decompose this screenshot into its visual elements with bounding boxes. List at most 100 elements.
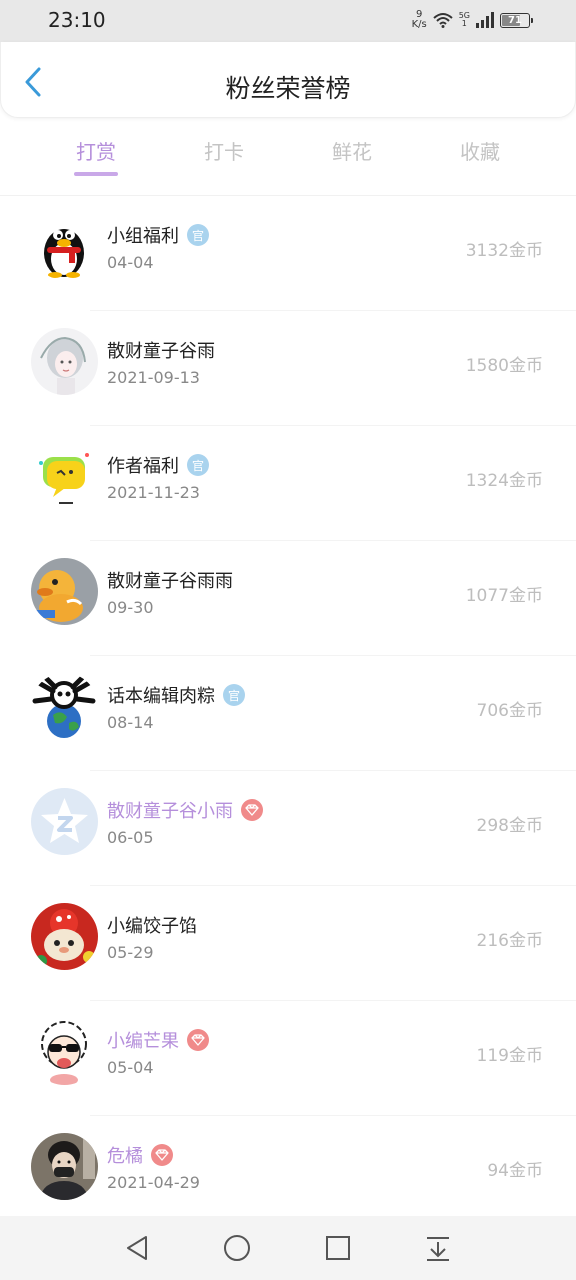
avatar[interactable] bbox=[31, 213, 98, 280]
pull-down-icon[interactable] bbox=[424, 1234, 452, 1262]
fan-date: 08-14 bbox=[107, 713, 154, 732]
fan-name-line: 作者福利官 bbox=[107, 452, 209, 478]
status-bar: 23:10 9 K/s 5G 1 71 bbox=[0, 0, 576, 42]
tab-flowers[interactable]: 鲜花 bbox=[288, 130, 416, 190]
fan-row-content: 话本编辑肉粽官 08-14 706金币 bbox=[0, 656, 576, 771]
sheep-sunglasses-avatar bbox=[31, 1018, 98, 1085]
fan-row-content: 小组福利官 04-04 3132金币 bbox=[0, 196, 576, 311]
battery-icon: 71 bbox=[500, 12, 533, 28]
fan-row-content: 小编饺子馅 05-29 216金币 bbox=[0, 886, 576, 1001]
fan-coins: 1324金币 bbox=[465, 471, 543, 491]
system-nav-bar bbox=[0, 1216, 576, 1280]
fan-name-line: 小编饺子馅 bbox=[107, 912, 197, 938]
fan-name: 小编饺子馅 bbox=[107, 916, 197, 937]
fan-list-item[interactable]: 散财童子谷雨雨 09-30 1077金币 bbox=[31, 541, 576, 656]
avatar[interactable] bbox=[31, 673, 98, 740]
square-recents-icon[interactable] bbox=[324, 1234, 352, 1262]
diamond-badge-icon bbox=[241, 799, 263, 821]
tab-checkin[interactable]: 打卡 bbox=[160, 130, 288, 190]
fan-date: 04-04 bbox=[107, 253, 154, 272]
fan-date: 05-04 bbox=[107, 1058, 154, 1077]
duck-avatar bbox=[31, 558, 98, 625]
official-badge-icon: 官 bbox=[223, 684, 245, 706]
fan-coins: 1077金币 bbox=[465, 586, 543, 606]
fan-list-item[interactable]: 小编芒果 05-04 119金币 bbox=[31, 1001, 576, 1116]
battery-level: 71 bbox=[508, 14, 522, 26]
fan-coins: 216金币 bbox=[476, 931, 543, 951]
diamond-badge-icon bbox=[151, 1144, 173, 1166]
avatar[interactable] bbox=[31, 558, 98, 625]
fan-name: 小编芒果 bbox=[107, 1031, 179, 1052]
fan-name-line: 散财童子谷雨雨 bbox=[107, 567, 233, 593]
network-speed-unit: K/s bbox=[411, 19, 427, 30]
tab-favorites[interactable]: 收藏 bbox=[416, 130, 544, 190]
fan-coins: 94金币 bbox=[487, 1161, 543, 1181]
fan-row-content: 危橘 2021-04-29 94金币 bbox=[0, 1116, 576, 1231]
diamond-badge-icon bbox=[187, 1029, 209, 1051]
fan-ranking-list: 小组福利官 04-04 3132金币 散财童子谷雨 2021-09-13 1580金币 作者… bbox=[0, 196, 576, 1231]
cellular-type: 5G 1 bbox=[459, 12, 470, 28]
avatar[interactable] bbox=[31, 328, 98, 395]
network-speed: 9 K/s bbox=[412, 10, 427, 30]
tab-bar: 打赏 打卡 鲜花 收藏 bbox=[32, 130, 544, 190]
fan-list-item[interactable]: 话本编辑肉粽官 08-14 706金币 bbox=[31, 656, 576, 771]
fan-name-line: 小编芒果 bbox=[107, 1027, 209, 1053]
fan-list-item[interactable]: 小组福利官 04-04 3132金币 bbox=[31, 196, 576, 311]
fan-coins: 706金币 bbox=[476, 701, 543, 721]
masked-person-avatar bbox=[31, 1133, 98, 1200]
avatar[interactable] bbox=[31, 1018, 98, 1085]
fan-name: 小组福利 bbox=[107, 226, 179, 247]
fan-date: 2021-11-23 bbox=[107, 483, 200, 502]
fan-coins: 298金币 bbox=[476, 816, 543, 836]
fan-list-item[interactable]: 作者福利官 2021-11-23 1324金币 bbox=[31, 426, 576, 541]
circle-home-icon[interactable] bbox=[223, 1234, 251, 1262]
plush-toy-avatar bbox=[31, 903, 98, 970]
tab-reward[interactable]: 打赏 bbox=[32, 130, 160, 190]
fan-list-item[interactable]: 小编饺子馅 05-29 216金币 bbox=[31, 886, 576, 1001]
fan-row-content: 散财童子谷雨雨 09-30 1077金币 bbox=[0, 541, 576, 656]
fan-name: 散财童子谷小雨 bbox=[107, 801, 233, 822]
avatar[interactable] bbox=[31, 788, 98, 855]
avatar[interactable] bbox=[31, 903, 98, 970]
penguin-avatar bbox=[31, 213, 98, 280]
status-time: 23:10 bbox=[48, 8, 106, 32]
girl-sketch-avatar bbox=[31, 328, 98, 395]
fan-coins: 1580金币 bbox=[465, 356, 543, 376]
fan-name: 话本编辑肉粽 bbox=[107, 686, 215, 707]
official-badge-icon: 官 bbox=[187, 224, 209, 246]
fan-name: 散财童子谷雨 bbox=[107, 341, 215, 362]
chat-bubble-avatar bbox=[31, 443, 98, 510]
fan-name-line: 散财童子谷雨 bbox=[107, 337, 215, 363]
fan-name: 作者福利 bbox=[107, 456, 179, 477]
fan-name-line: 小组福利官 bbox=[107, 222, 209, 248]
official-badge-icon: 官 bbox=[187, 454, 209, 476]
cellular-sim-label: 1 bbox=[461, 19, 467, 28]
fan-row-content: 作者福利官 2021-11-23 1324金币 bbox=[0, 426, 576, 541]
avatar[interactable] bbox=[31, 443, 98, 510]
triangle-back-icon[interactable] bbox=[124, 1234, 152, 1262]
fan-date: 09-30 bbox=[107, 598, 154, 617]
fan-list-item[interactable]: 散财童子谷小雨 06-05 298金币 bbox=[31, 771, 576, 886]
fan-list-item[interactable]: 散财童子谷雨 2021-09-13 1580金币 bbox=[31, 311, 576, 426]
fan-row-content: 散财童子谷小雨 06-05 298金币 bbox=[0, 771, 576, 886]
fan-date: 2021-09-13 bbox=[107, 368, 200, 387]
wifi-icon bbox=[433, 12, 453, 28]
fan-coins: 3132金币 bbox=[465, 241, 543, 261]
default-star-avatar bbox=[31, 788, 98, 855]
fan-name-line: 危橘 bbox=[107, 1142, 173, 1168]
fan-date: 06-05 bbox=[107, 828, 154, 847]
header: 粉丝荣誉榜 bbox=[0, 42, 576, 118]
page-title: 粉丝荣誉榜 bbox=[225, 74, 351, 103]
status-icons: 9 K/s 5G 1 71 bbox=[412, 10, 533, 30]
fan-date: 05-29 bbox=[107, 943, 154, 962]
fan-name: 危橘 bbox=[107, 1146, 143, 1167]
fan-date: 2021-04-29 bbox=[107, 1173, 200, 1192]
fan-name-line: 话本编辑肉粽官 bbox=[107, 682, 245, 708]
fan-row-content: 散财童子谷雨 2021-09-13 1580金币 bbox=[0, 311, 576, 426]
signal-bars-icon bbox=[476, 12, 494, 28]
fan-list-item[interactable]: 危橘 2021-04-29 94金币 bbox=[31, 1116, 576, 1231]
fan-name-line: 散财童子谷小雨 bbox=[107, 797, 263, 823]
earth-creature-avatar bbox=[31, 673, 98, 740]
avatar[interactable] bbox=[31, 1133, 98, 1200]
fan-name: 散财童子谷雨雨 bbox=[107, 571, 233, 592]
